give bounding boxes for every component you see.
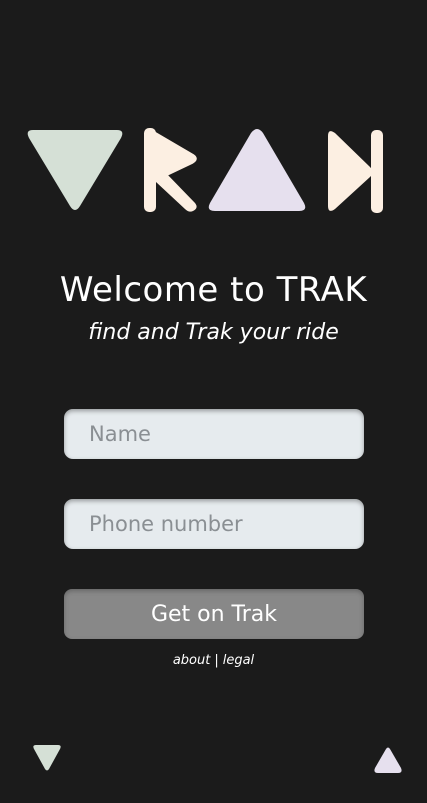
trak-logo bbox=[27, 128, 383, 213]
phone-number-input[interactable] bbox=[64, 499, 364, 549]
page-subtitle: find and Trak your ride bbox=[88, 320, 339, 345]
footer-separator: | bbox=[214, 653, 219, 668]
logo-letter-k-icon bbox=[328, 130, 383, 213]
triangle-up-icon bbox=[374, 747, 402, 773]
welcome-screen: Welcome to TRAK find and Trak your ride … bbox=[0, 0, 427, 803]
logo-letter-r-icon bbox=[144, 128, 197, 212]
footer-links: about | legal bbox=[0, 653, 427, 668]
get-on-trak-button[interactable]: Get on Trak bbox=[64, 589, 364, 639]
name-input[interactable] bbox=[64, 409, 364, 459]
legal-link[interactable]: legal bbox=[223, 653, 254, 668]
triangle-down-icon bbox=[33, 745, 61, 771]
about-link[interactable]: about bbox=[173, 653, 211, 668]
logo-letter-t-icon bbox=[27, 130, 123, 210]
page-title: Welcome to TRAK bbox=[59, 270, 368, 310]
logo-letter-a-icon bbox=[208, 129, 306, 211]
